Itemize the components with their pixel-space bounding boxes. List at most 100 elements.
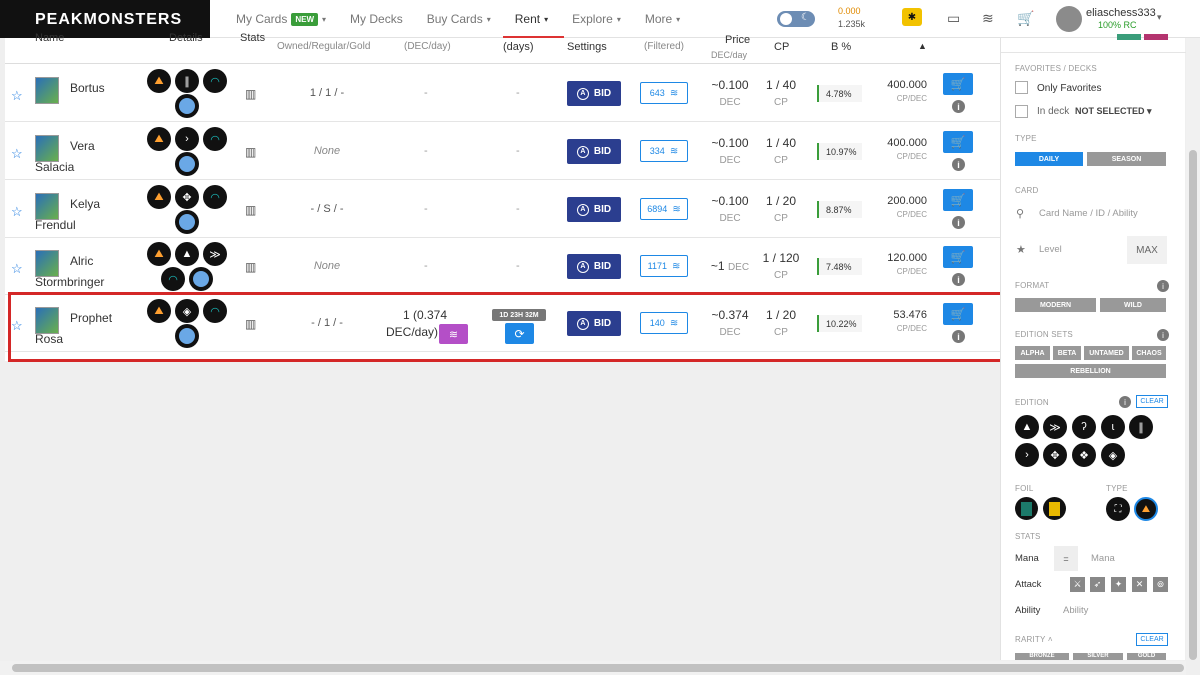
set-rebellion-button[interactable]: REBELLION <box>1015 364 1166 378</box>
horizontal-scrollbar-thumb[interactable] <box>12 664 1184 672</box>
nav-explore[interactable]: Explore ▾ <box>572 0 621 38</box>
card-name[interactable]: Prophet Rosa <box>35 308 145 350</box>
summoner-type-icon[interactable]: ⛶ <box>1106 497 1130 521</box>
set-chaos-button[interactable]: CHAOS <box>1132 346 1166 360</box>
monster-type-icon[interactable]: ⛰ <box>1134 497 1158 521</box>
info-icon[interactable]: i <box>952 100 965 113</box>
available-cards-button[interactable]: 6894 ≋ <box>640 198 688 220</box>
stats-chart-icon[interactable]: ▥ <box>245 203 256 217</box>
star-icon[interactable]: ☆ <box>11 146 23 162</box>
available-cards-button[interactable]: 140 ≋ <box>640 312 688 334</box>
info-icon[interactable]: i <box>952 330 965 343</box>
rarity-silver-button[interactable]: SILVER <box>1073 653 1123 660</box>
rented-stack-button[interactable]: ≋ <box>439 324 468 344</box>
card-name[interactable]: Kelya Frendul <box>35 194 145 236</box>
chaos-edition-icon[interactable]: ✥ <box>1043 443 1067 467</box>
add-to-cart-button[interactable]: 🛒 <box>943 246 973 268</box>
no-attack-filter-icon[interactable]: ✕ <box>1132 577 1147 592</box>
format-modern-button[interactable]: MODERN <box>1015 298 1096 312</box>
stats-chart-icon[interactable]: ▥ <box>245 87 256 101</box>
add-to-cart-button[interactable]: 🛒 <box>943 131 973 153</box>
wallet-balances[interactable]: 0.000 1.235k <box>838 5 865 31</box>
col-cp[interactable]: CP <box>774 41 789 53</box>
layers-icon[interactable]: ≋ <box>982 10 994 27</box>
col-owned[interactable]: Owned/Regular/Gold <box>277 41 370 52</box>
type-daily-button[interactable]: DAILY <box>1015 152 1083 166</box>
stats-chart-icon[interactable]: ▥ <box>245 260 256 274</box>
bid-button[interactable]: A BID <box>567 81 621 106</box>
cart-icon[interactable]: 🛒 <box>1017 10 1034 27</box>
star-icon[interactable]: ☆ <box>11 318 23 334</box>
ranged-attack-filter-icon[interactable]: ➶ <box>1090 577 1105 592</box>
stats-chart-icon[interactable]: ▥ <box>245 145 256 159</box>
info-icon[interactable]: i <box>1119 396 1131 408</box>
ability-input[interactable]: Ability <box>1063 605 1088 616</box>
available-cards-button[interactable]: 334 ≋ <box>640 140 688 162</box>
chat-bubble-icon[interactable]: ✱ <box>902 8 922 26</box>
clear-edition-button[interactable]: CLEAR <box>1136 395 1168 408</box>
inbox-icon[interactable]: ▭ <box>947 10 960 27</box>
bid-button[interactable]: A BID <box>567 139 621 164</box>
mana-operator-select[interactable]: = <box>1054 546 1078 571</box>
bid-button[interactable]: A BID <box>567 197 621 222</box>
vertical-scrollbar-thumb[interactable] <box>1189 150 1197 660</box>
nav-rent[interactable]: Rent ▾ <box>502 0 565 38</box>
col-name[interactable]: Name <box>35 32 64 44</box>
renew-rental-button[interactable]: ⟳ <box>505 323 534 344</box>
add-to-cart-button[interactable]: 🛒 <box>943 73 973 95</box>
set-untamed-button[interactable]: UNTAMED <box>1084 346 1129 360</box>
dice-edition-icon[interactable]: › <box>1015 443 1039 467</box>
set-alpha-button[interactable]: ALPHA <box>1015 346 1050 360</box>
col-bonus[interactable]: B % <box>831 41 851 53</box>
pink-tab[interactable] <box>1144 34 1168 40</box>
col-days[interactable]: (days) <box>503 41 534 53</box>
set-beta-button[interactable]: BETA <box>1053 346 1081 360</box>
magic-attack-filter-icon[interactable]: ✦ <box>1111 577 1126 592</box>
regular-foil-icon[interactable] <box>1015 497 1038 520</box>
available-cards-button[interactable]: 1171 ≋ <box>640 255 688 277</box>
card-name[interactable]: Vera Salacia <box>35 136 145 178</box>
info-icon[interactable]: i <box>952 273 965 286</box>
available-cards-button[interactable]: 643 ≋ <box>640 82 688 104</box>
card-name[interactable]: Alric Stormbringer <box>35 251 145 293</box>
add-to-cart-button[interactable]: 🛒 <box>943 189 973 211</box>
col-rate[interactable]: (DEC/day) <box>404 41 451 52</box>
star-icon[interactable]: ☆ <box>11 204 23 220</box>
melee-attack-filter-icon[interactable]: ⚔ <box>1070 577 1085 592</box>
riftwatchers-edition-icon[interactable]: ❖ <box>1072 443 1096 467</box>
green-tab[interactable] <box>1117 34 1141 40</box>
dark-mode-toggle[interactable]: ☾ <box>777 11 815 27</box>
only-favorites-checkbox[interactable] <box>1015 81 1028 94</box>
info-icon[interactable]: i <box>1157 280 1169 292</box>
deck-select[interactable]: NOT SELECTED ▾ <box>1075 106 1152 117</box>
add-to-cart-button[interactable]: 🛒 <box>943 303 973 325</box>
stats-chart-icon[interactable]: ▥ <box>245 317 256 331</box>
type-season-button[interactable]: SEASON <box>1087 152 1166 166</box>
bid-button[interactable]: A BID <box>567 311 621 336</box>
col-price[interactable]: Price <box>725 34 750 46</box>
beta-edition-icon[interactable]: ≫ <box>1043 415 1067 439</box>
info-icon[interactable]: i <box>952 216 965 229</box>
rebellion-edition-icon[interactable]: ◈ <box>1101 443 1125 467</box>
sort-asc-icon[interactable]: ▲ <box>918 41 927 51</box>
info-icon[interactable]: i <box>1157 329 1169 341</box>
rarity-bronze-button[interactable]: BRONZE <box>1015 653 1069 660</box>
card-search-input[interactable]: Card Name / ID / Ability <box>1039 208 1138 219</box>
info-icon[interactable]: i <box>952 158 965 171</box>
format-wild-button[interactable]: WILD <box>1100 298 1166 312</box>
star-icon[interactable]: ☆ <box>11 88 23 104</box>
max-level-button[interactable]: MAX <box>1127 236 1167 264</box>
rarity-section-title[interactable]: RARITY ˄ <box>1015 635 1053 644</box>
rarity-gold-button[interactable]: GOLD <box>1127 653 1166 660</box>
level-input[interactable]: Level <box>1039 244 1062 255</box>
card-name[interactable]: Bortus <box>35 78 145 99</box>
gold-foil-icon[interactable] <box>1043 497 1066 520</box>
mana-input[interactable]: Mana <box>1091 553 1115 564</box>
nav-my-decks[interactable]: My Decks <box>350 0 403 38</box>
alpha-edition-icon[interactable]: ▲ <box>1015 415 1039 439</box>
in-deck-checkbox[interactable] <box>1015 105 1028 118</box>
other-attack-filter-icon[interactable]: ⊚ <box>1153 577 1168 592</box>
bid-button[interactable]: A BID <box>567 254 621 279</box>
nav-more[interactable]: More ▾ <box>645 0 680 38</box>
clear-rarity-button[interactable]: CLEAR <box>1136 633 1168 646</box>
